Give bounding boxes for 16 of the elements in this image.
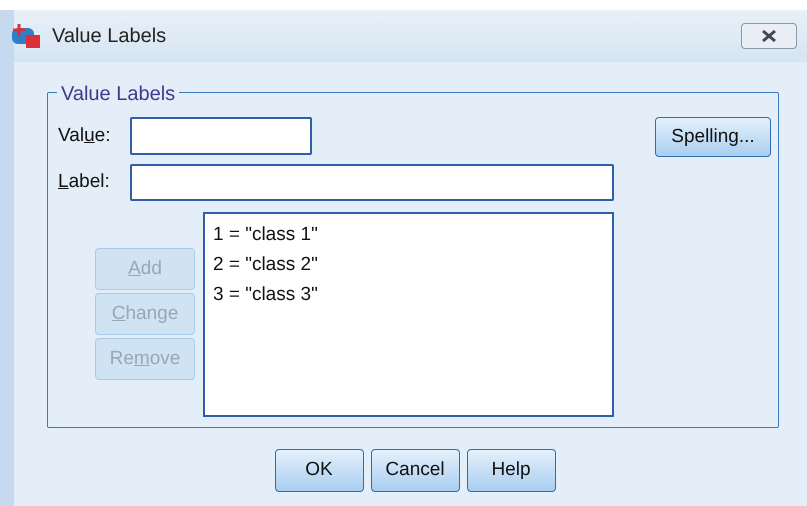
close-button[interactable] — [741, 23, 797, 49]
app-icon — [10, 22, 42, 50]
spelling-button[interactable]: Spelling... — [655, 117, 771, 157]
list-item[interactable]: 2 = "class 2" — [213, 252, 612, 278]
value-labels-list[interactable]: 1 = "class 1" 2 = "class 2" 3 = "class 3" — [203, 212, 614, 417]
list-item[interactable]: 3 = "class 3" — [213, 282, 612, 308]
label-label: Label: — [58, 170, 111, 194]
label-field[interactable] — [130, 164, 614, 201]
close-icon — [760, 29, 778, 43]
value-label: Value: — [58, 124, 112, 148]
dialog-button[interactable]: OK — [274, 449, 364, 492]
dialog-button[interactable]: Help — [466, 449, 556, 492]
dialog-button[interactable]: Cancel — [370, 449, 460, 492]
value-field[interactable] — [130, 117, 312, 155]
window-title: Value Labels — [52, 24, 166, 49]
list-item[interactable]: 1 = "class 1" — [213, 222, 612, 248]
